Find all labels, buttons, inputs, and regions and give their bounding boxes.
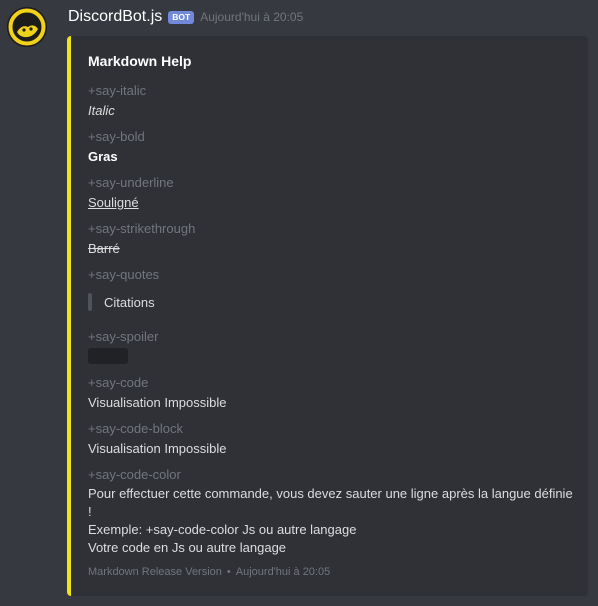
username[interactable]: DiscordBot.js xyxy=(68,8,162,26)
code-color-line: ! xyxy=(88,504,92,519)
field-name-bold: +say-bold xyxy=(88,129,145,144)
field-value-strikethrough: Barré xyxy=(88,241,120,256)
embed-footer: Markdown Release Version • Aujourd'hui à 2… xyxy=(88,566,330,578)
footer-separator: • xyxy=(226,566,231,578)
footer-timestamp: Aujourd'hui à 20:05 xyxy=(235,566,331,578)
message-header: DiscordBot.js BOT Aujourd'hui à 20:05 xyxy=(68,6,303,28)
code-color-line: Pour effectuer cette commande, vous deve… xyxy=(88,486,573,501)
field-name-underline: +say-underline xyxy=(88,175,174,190)
field-value-code: Visualisation Impossible xyxy=(88,395,227,410)
field-value-italic: Italic xyxy=(88,103,115,118)
code-color-line: Votre code en Js ou autre langage xyxy=(88,540,287,555)
field-value-code-color: Pour effectuer cette commande, vous deve… xyxy=(88,485,578,557)
field-name-code: +say-code xyxy=(88,375,149,390)
field-name-quotes: +say-quotes xyxy=(88,267,160,282)
field-name-code-color: +say-code-color xyxy=(88,467,181,482)
code-color-line: Exemple: +say-code-color Js ou autre lan… xyxy=(88,522,357,537)
field-name-spoiler: +say-spoiler xyxy=(88,329,159,344)
field-value-quotes: Citations xyxy=(104,295,155,310)
bot-avatar-icon xyxy=(7,7,47,47)
message-timestamp: Aujourd'hui à 20:05 xyxy=(200,10,304,24)
blockquote-bar xyxy=(88,293,92,311)
spoiler-block[interactable] xyxy=(88,348,128,364)
field-value-underline: Souligné xyxy=(88,195,139,210)
chat-message: DiscordBot.js BOT Aujourd'hui à 20:05 Ma… xyxy=(0,0,598,606)
bot-badge: BOT xyxy=(168,10,195,24)
field-value-bold: Gras xyxy=(88,149,118,164)
field-value-code-block: Visualisation Impossible xyxy=(88,441,227,456)
embed-title: Markdown Help xyxy=(88,53,192,69)
field-name-code-block: +say-code-block xyxy=(88,421,184,436)
footer-text: Markdown Release Version xyxy=(88,566,222,578)
field-name-strikethrough: +say-strikethrough xyxy=(88,221,196,236)
embed: Markdown Help +say-italic Italic +say-bo… xyxy=(67,36,588,596)
avatar[interactable] xyxy=(7,7,47,47)
field-name-italic: +say-italic xyxy=(88,83,147,98)
